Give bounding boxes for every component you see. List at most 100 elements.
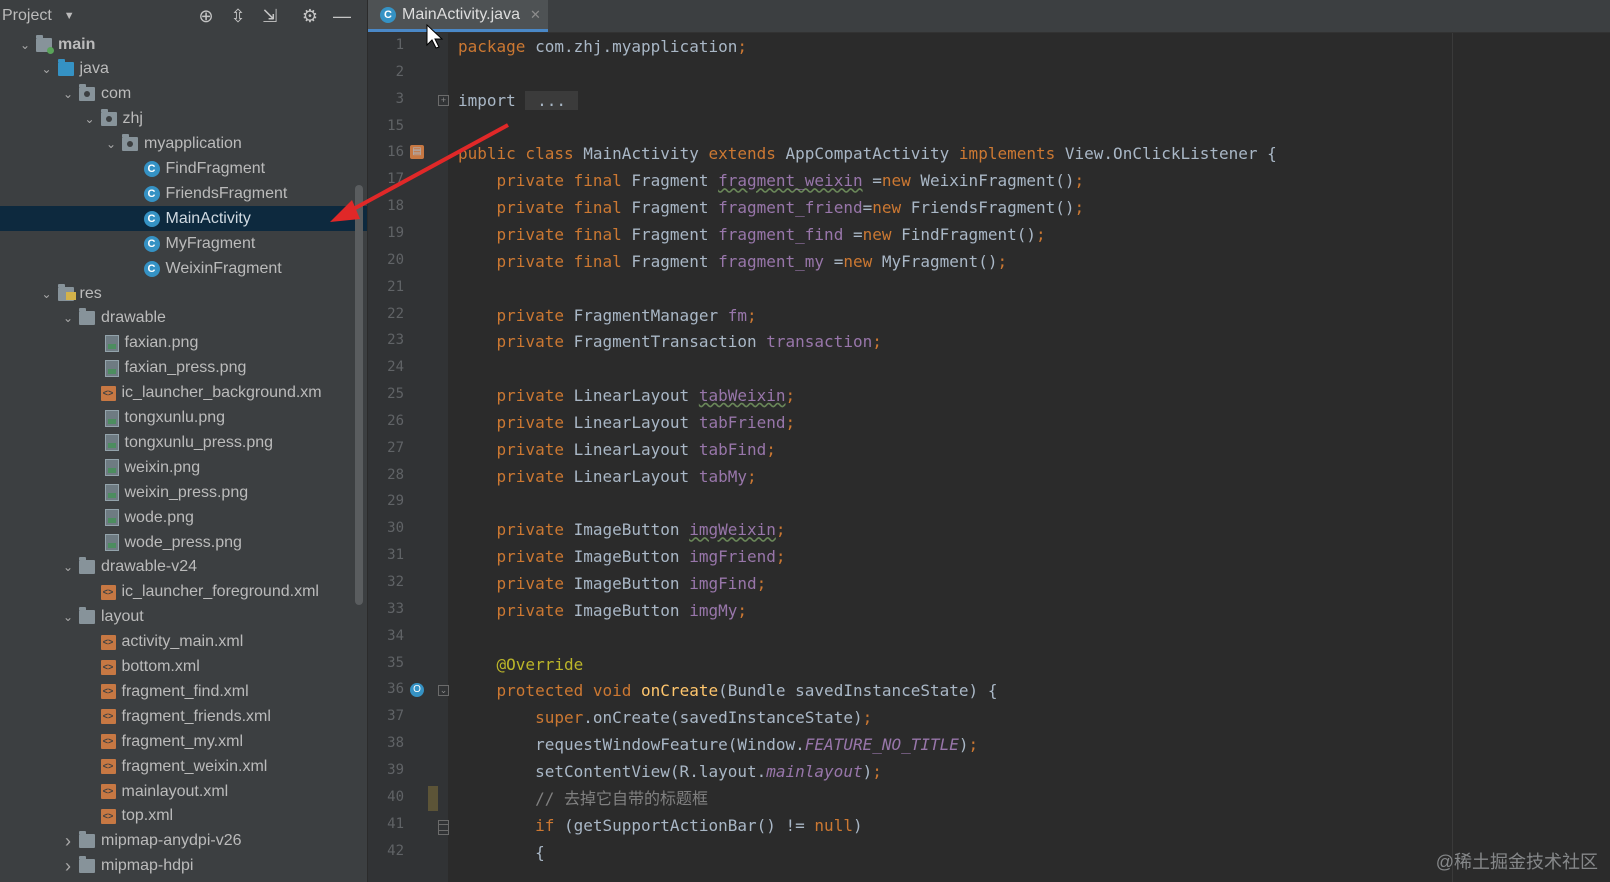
tab-label: MainActivity.java [402, 5, 520, 23]
tree-item[interactable]: tongxunlu.png [0, 406, 367, 431]
chevron-right-icon[interactable]: › [61, 856, 75, 877]
code-editor[interactable]: package com.zhj.myapplication; import ...… [458, 33, 1610, 882]
code-line[interactable]: private final Fragment fragment_my =new … [458, 248, 1008, 275]
code-line[interactable]: private FragmentManager fm; [458, 302, 757, 329]
expand-all-icon[interactable]: ⇳ [227, 5, 249, 27]
fold-marker-icon[interactable]: + [438, 94, 449, 106]
line-number: 23 [387, 332, 404, 349]
tree-item[interactable]: ⌄ com [0, 82, 367, 107]
code-line[interactable]: protected void onCreate(Bundle savedInst… [458, 677, 998, 704]
code-line[interactable]: private final Fragment fragment_friend=n… [458, 194, 1085, 221]
tree-item[interactable]: weixin.png [0, 455, 367, 480]
class-usages-icon[interactable]: ▤ [410, 145, 424, 160]
override-method-icon[interactable]: O [410, 683, 424, 698]
locate-icon[interactable]: ⊕ [195, 5, 217, 27]
chevron-down-icon[interactable]: ▼ [64, 10, 75, 22]
code-line[interactable]: public class MainActivity extends AppCom… [458, 140, 1277, 167]
code-line[interactable]: { [458, 839, 545, 866]
chevron-right-icon[interactable]: › [61, 831, 75, 852]
code-token: ; [872, 332, 882, 352]
sidebar-scrollbar[interactable] [355, 185, 363, 605]
tree-item[interactable]: <> ic_launcher_background.xm [0, 381, 367, 406]
tree-item[interactable]: wode.png [0, 505, 367, 530]
tree-item[interactable]: C FriendsFragment [0, 181, 367, 206]
project-view-selector[interactable]: Project [2, 7, 52, 25]
chevron-down-icon[interactable]: ⌄ [83, 112, 97, 126]
code-line[interactable]: private LinearLayout tabFind; [458, 436, 776, 463]
code-line[interactable]: private ImageButton imgMy; [458, 597, 747, 624]
tree-item[interactable]: ⌄ drawable-v24 [0, 555, 367, 580]
collapse-all-icon[interactable]: ⇲ [259, 5, 281, 27]
tree-item[interactable]: faxian_press.png [0, 356, 367, 381]
chevron-down-icon[interactable]: ⌄ [61, 610, 75, 624]
tab-mainactivity-java[interactable]: C MainActivity.java ✕ [368, 0, 548, 32]
code-token: ) [852, 815, 863, 835]
code-line[interactable]: @Override [458, 651, 584, 678]
tree-item[interactable]: <> fragment_my.xml [0, 729, 367, 754]
tree-item[interactable]: faxian.png [0, 331, 367, 356]
tree-item[interactable]: wode_press.png [0, 530, 367, 555]
code-line[interactable]: if (getSupportActionBar() != null) [458, 812, 863, 839]
tree-item[interactable]: C MainActivity [0, 206, 367, 232]
tree-item[interactable]: C WeixinFragment [0, 256, 367, 281]
code-line[interactable]: private ImageButton imgFind; [458, 570, 767, 597]
code-line[interactable]: private ImageButton imgFriend; [458, 543, 786, 570]
chevron-down-icon[interactable]: ⌄ [61, 311, 75, 325]
chevron-down-icon[interactable]: ⌄ [61, 87, 75, 101]
code-line[interactable]: package com.zhj.myapplication; [458, 33, 747, 60]
code-line[interactable]: private FragmentTransaction transaction; [458, 328, 882, 355]
tree-item[interactable]: ⌄ zhj [0, 107, 367, 132]
code-line[interactable]: private LinearLayout tabWeixin; [458, 382, 796, 409]
watermark: @稀土掘金技术社区 [1435, 852, 1598, 872]
code-token: imgFind [689, 574, 757, 593]
tree-item[interactable]: C FindFragment [0, 157, 367, 182]
tree-item[interactable]: ⌄ java [0, 57, 367, 82]
tree-item[interactable]: › mipmap-hdpi [0, 854, 367, 879]
chevron-down-icon[interactable]: ⌄ [40, 287, 54, 301]
code-line[interactable]: private final Fragment fragment_find =ne… [458, 221, 1046, 248]
code-line[interactable]: super.onCreate(savedInstanceState); [458, 704, 872, 731]
tree-item[interactable]: ⌄ res [0, 281, 367, 306]
tree-item[interactable]: ⌄ drawable [0, 306, 367, 331]
tree-item-label: MainActivity [165, 209, 251, 227]
tree-item[interactable]: tongxunlu_press.png [0, 430, 367, 455]
gear-icon[interactable]: ⚙ [299, 5, 321, 27]
hide-icon[interactable]: — [331, 5, 353, 27]
tree-item-label: weixin.png [124, 458, 201, 476]
code-line[interactable]: private final Fragment fragment_weixin =… [458, 167, 1085, 194]
code-line[interactable]: private LinearLayout tabMy; [458, 463, 757, 490]
code-token: imgMy [689, 600, 738, 620]
tree-item[interactable]: <> ic_launcher_foreground.xml [0, 580, 367, 605]
tree-item[interactable]: <> activity_main.xml [0, 630, 367, 655]
code-line[interactable]: import ... [458, 87, 578, 114]
chevron-down-icon[interactable]: ⌄ [104, 137, 118, 151]
image-file-icon [104, 409, 119, 427]
chevron-down-icon[interactable]: ⌄ [61, 560, 75, 574]
chevron-down-icon[interactable]: ⌄ [18, 38, 32, 52]
tree-item[interactable]: weixin_press.png [0, 480, 367, 505]
code-token: FragmentManager [573, 305, 728, 325]
code-line[interactable]: private ImageButton imgWeixin; [458, 516, 786, 543]
tree-item[interactable]: › mipmap-anydpi-v26 [0, 829, 367, 854]
tree-item[interactable]: <> fragment_find.xml [0, 679, 367, 704]
fold-marker-icon[interactable] [438, 823, 449, 835]
tree-item[interactable]: C MyFragment [0, 231, 367, 256]
fold-marker-icon[interactable]: ⌄ [438, 685, 449, 697]
code-token: new [843, 251, 882, 271]
code-line[interactable]: setContentView(R.layout.mainlayout); [458, 758, 882, 785]
tree-item[interactable]: <> fragment_friends.xml [0, 704, 367, 729]
tree-item[interactable]: <> bottom.xml [0, 655, 367, 680]
code-line[interactable]: // 去掉它自带的标题框 [458, 785, 708, 812]
chevron-down-icon[interactable]: ⌄ [40, 62, 54, 76]
tree-item[interactable]: <> mainlayout.xml [0, 779, 367, 804]
tree-item[interactable]: <> top.xml [0, 804, 367, 829]
code-line[interactable]: requestWindowFeature(Window.FEATURE_NO_T… [458, 731, 978, 758]
tree-item[interactable]: ⌄ main [0, 32, 367, 57]
tree-item[interactable]: ⌄ layout [0, 605, 367, 630]
close-icon[interactable]: ✕ [530, 7, 541, 23]
tree-item[interactable]: ⌄ myapplication [0, 132, 367, 157]
code-line[interactable]: private LinearLayout tabFriend; [458, 409, 796, 436]
folded-imports[interactable]: ... [525, 90, 578, 110]
tree-item[interactable]: <> fragment_weixin.xml [0, 754, 367, 779]
